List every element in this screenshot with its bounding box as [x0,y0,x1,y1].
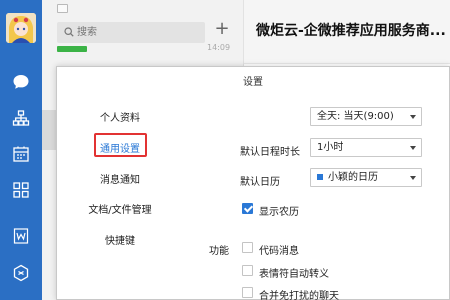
emoji-escape-label: 表情符自动转义 [259,269,329,280]
menu-item-shortcuts[interactable]: 快捷键 [80,232,160,247]
chevron-down-icon [410,176,416,180]
default-duration-label: 默认日程时长 [240,147,300,158]
default-duration-value: 1小时 [317,142,344,153]
avatar[interactable] [6,13,36,43]
chat-item-preview-tag [57,46,87,52]
emoji-escape-checkbox[interactable] [242,265,253,276]
code-message-label: 代码消息 [259,246,299,257]
default-calendar-label: 默认日历 [240,177,280,188]
window-menu-button[interactable] [57,4,68,13]
show-lunar-label: 显示农历 [259,207,299,218]
default-calendar-value: 小颖的日历 [328,172,378,183]
default-calendar-select[interactable]: 小颖的日历 [310,168,422,187]
calendar-color-swatch [317,174,323,180]
active-item-highlight [94,133,147,157]
allday-reminder-select[interactable]: 全天: 当天(9:00) [310,107,422,126]
code-message-checkbox[interactable] [242,242,253,253]
search-box[interactable] [57,22,205,43]
menu-item-doc-file-management[interactable]: 文档/文件管理 [70,201,170,216]
merge-muted-chats-checkbox[interactable] [242,287,253,298]
chat-bubble-icon[interactable] [10,71,32,93]
settings-dialog: 设置 个人资料 通用设置 消息通知 文档/文件管理 快捷键 全天: 当天(9:0… [56,66,450,300]
calendar-icon[interactable] [10,143,32,165]
merge-muted-chats-label: 合并免打扰的聊天 [259,291,339,300]
left-nav-bar [0,0,42,300]
menu-item-profile[interactable]: 个人资料 [80,109,160,124]
show-lunar-checkbox[interactable] [242,203,253,214]
chat-title: 微炬云-企微推荐应用服务商... [256,23,446,39]
apps-grid-icon[interactable] [10,179,32,201]
plus-icon[interactable]: + [214,20,230,38]
search-input[interactable] [77,24,197,41]
default-duration-select[interactable]: 1小时 [310,138,422,157]
doc-w-icon[interactable] [10,225,32,247]
search-icon [64,27,74,37]
dialog-title: 设置 [243,77,263,88]
features-label: 功能 [209,246,229,257]
workbench-cube-icon[interactable] [10,262,32,284]
allday-reminder-value: 全天: 当天(9:00) [317,111,394,122]
chevron-down-icon [410,146,416,150]
chevron-down-icon [410,115,416,119]
chat-item-time: 14:09 [207,43,231,52]
org-structure-icon[interactable] [10,107,32,129]
menu-item-notifications[interactable]: 消息通知 [80,171,160,186]
chat-header: 微炬云-企微推荐应用服务商... [244,0,450,64]
